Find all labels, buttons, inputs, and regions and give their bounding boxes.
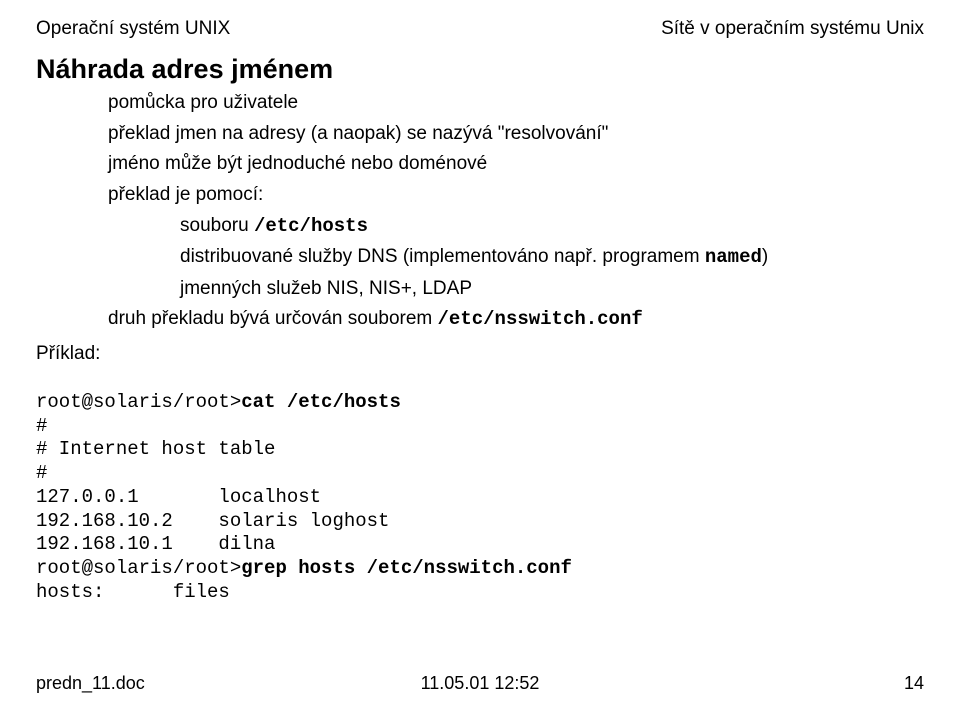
bullet-4: překlad je pomocí: bbox=[108, 182, 924, 208]
header-right: Sítě v operačním systému Unix bbox=[661, 18, 924, 40]
code-l2: # bbox=[36, 415, 47, 437]
code-l3: # Internet host table bbox=[36, 438, 275, 460]
sub-1: souboru /etc/hosts bbox=[180, 213, 924, 240]
code-l5: 127.0.0.1 localhost bbox=[36, 486, 321, 508]
example-label: Příklad: bbox=[36, 343, 924, 365]
code-l9: hosts: files bbox=[36, 581, 230, 603]
bullet-5-text: druh překladu bývá určován souborem bbox=[108, 308, 438, 329]
sub-2-code: named bbox=[705, 246, 762, 268]
page-header: Operační systém UNIX Sítě v operačním sy… bbox=[36, 18, 924, 40]
bullet-5: druh překladu bývá určován souborem /etc… bbox=[108, 306, 924, 333]
page-footer: predn_11.doc 11.05.01 12:52 14 bbox=[36, 673, 924, 694]
sub-2-close: ) bbox=[762, 246, 768, 267]
code-l6: 192.168.10.2 solaris loghost bbox=[36, 510, 389, 532]
code-l4: # bbox=[36, 462, 47, 484]
code-block: root@solaris/root>cat /etc/hosts # # Int… bbox=[36, 367, 924, 605]
cmd-1: cat /etc/hosts bbox=[241, 391, 401, 413]
bullet-5-code: /etc/nsswitch.conf bbox=[438, 308, 643, 330]
sub-2: distribuované služby DNS (implementováno… bbox=[180, 244, 924, 271]
sub-1-text: souboru bbox=[180, 215, 254, 236]
bullet-3: jméno může být jednoduché nebo doménové bbox=[108, 151, 924, 177]
page-title: Náhrada adres jménem bbox=[36, 54, 924, 85]
bullet-2: překlad jmen na adresy (a naopak) se naz… bbox=[108, 121, 924, 147]
sub-1-code: /etc/hosts bbox=[254, 215, 368, 237]
header-left: Operační systém UNIX bbox=[36, 18, 230, 40]
prompt-2: root@solaris/root> bbox=[36, 557, 241, 579]
sub-2-text: distribuované služby DNS (implementováno… bbox=[180, 246, 705, 267]
cmd-2: grep hosts /etc/nsswitch.conf bbox=[241, 557, 572, 579]
footer-center: 11.05.01 12:52 bbox=[36, 673, 924, 694]
prompt-1: root@solaris/root> bbox=[36, 391, 241, 413]
sub-3: jmenných služeb NIS, NIS+, LDAP bbox=[180, 276, 924, 302]
bullet-1: pomůcka pro uživatele bbox=[108, 90, 924, 116]
code-l7: 192.168.10.1 dilna bbox=[36, 533, 275, 555]
